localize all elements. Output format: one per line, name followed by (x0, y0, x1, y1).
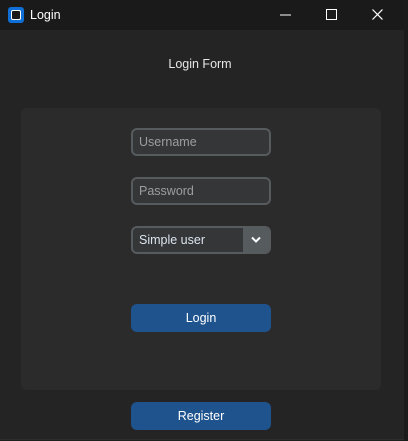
minimize-button[interactable] (263, 0, 309, 30)
form-title: Login Form (168, 57, 232, 71)
user-type-dropdown[interactable]: Simple user (131, 226, 271, 254)
background-window-edge (404, 0, 408, 441)
username-input[interactable] (131, 128, 271, 156)
close-icon (372, 9, 383, 20)
user-type-selected: Simple user (139, 233, 205, 247)
dropdown-toggle-button[interactable] (243, 228, 269, 252)
window-title: Login (30, 8, 61, 22)
login-button[interactable]: Login (131, 304, 271, 332)
app-window-icon (8, 7, 24, 23)
chevron-down-icon (251, 236, 261, 243)
login-window: Login Login Form Simple user (0, 0, 405, 440)
close-button[interactable] (355, 0, 401, 30)
register-button[interactable]: Register (131, 402, 271, 430)
maximize-icon (326, 9, 337, 20)
title-bar[interactable]: Login (0, 0, 404, 30)
maximize-button[interactable] (309, 0, 355, 30)
password-input[interactable] (131, 177, 271, 205)
minimize-icon (280, 14, 291, 16)
